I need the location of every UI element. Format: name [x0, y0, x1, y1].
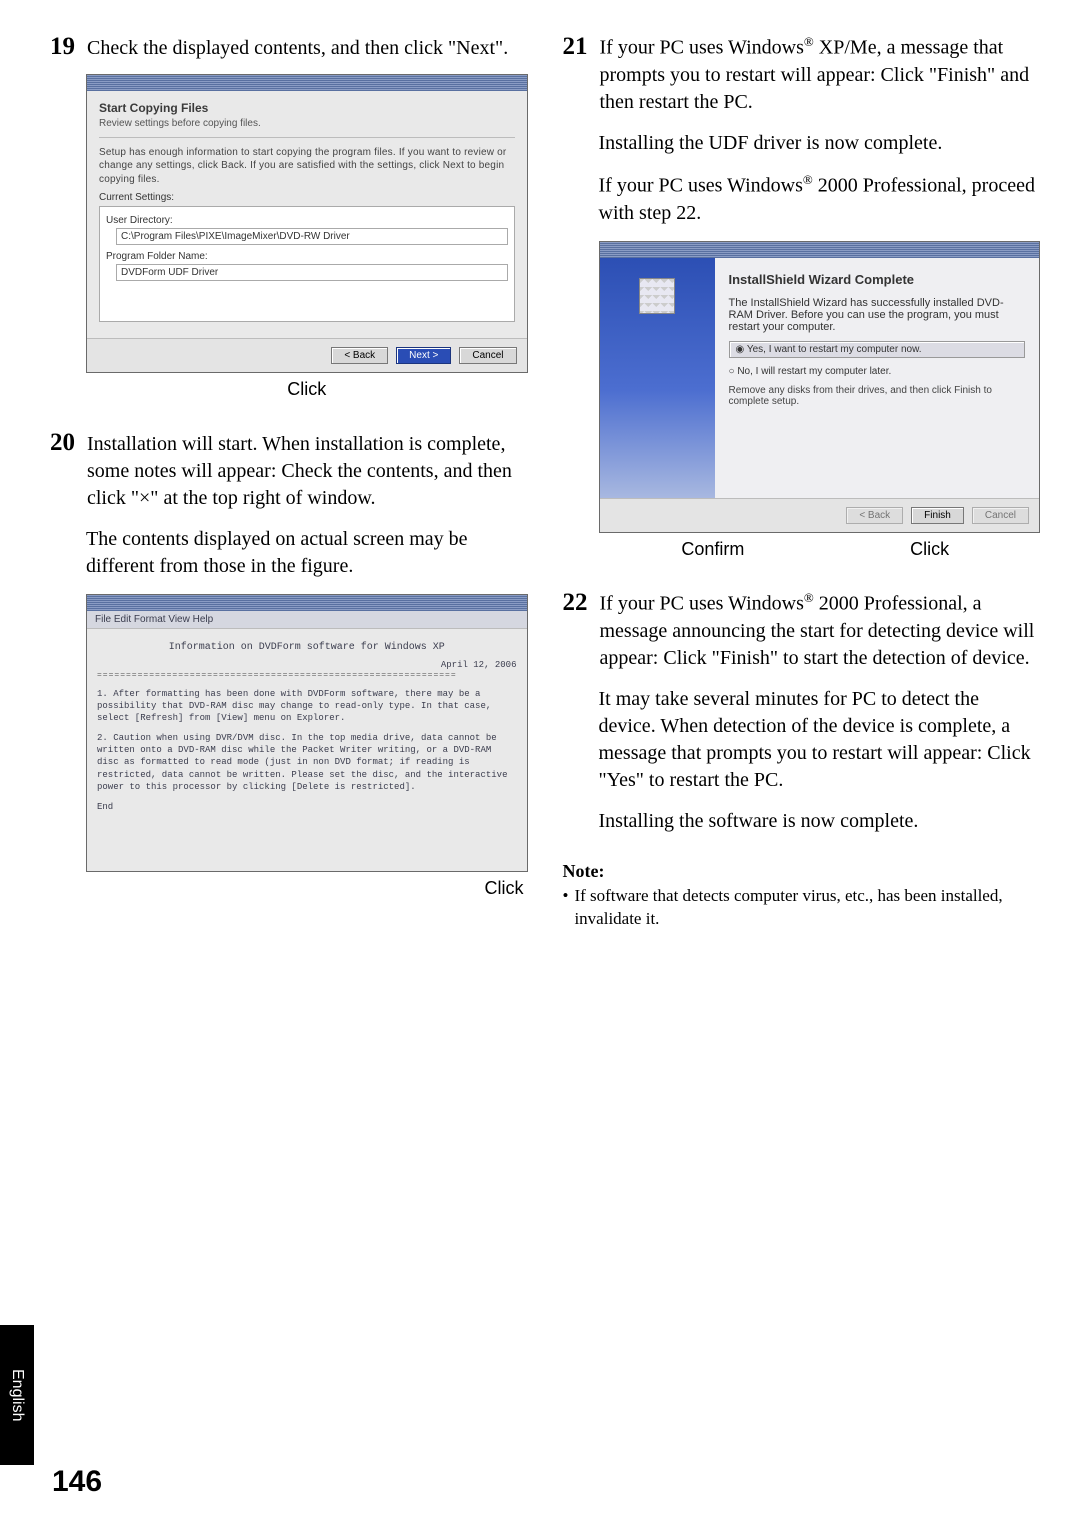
- wizard-smalltext: Remove any disks from their drives, and …: [729, 385, 1026, 407]
- dlg19-title: Start Copying Files: [99, 101, 515, 115]
- step-22-number: 22: [563, 586, 591, 620]
- dlg19-userdir-label: User Directory:: [106, 215, 508, 226]
- step-20-number: 20: [50, 426, 78, 460]
- dlg19-cur-settings-label: Current Settings:: [99, 192, 515, 203]
- wizard-body: The InstallShield Wizard has successfull…: [729, 297, 1026, 333]
- step-21-text-a: If your PC uses Windows® XP/Me, a messag…: [600, 33, 1041, 116]
- dlg19-progfolder-label: Program Folder Name:: [106, 251, 508, 262]
- step-21-number: 21: [563, 30, 591, 64]
- step-21-para-c: If your PC uses Windows® 2000 Profession…: [599, 171, 1041, 227]
- language-tab: English: [0, 1325, 34, 1465]
- note-bullet: •: [563, 885, 569, 931]
- step-20-readme: File Edit Format View Help Information o…: [86, 594, 528, 872]
- wizard-icon: [639, 278, 675, 314]
- step-19-click-label: Click: [86, 379, 528, 400]
- wizard-cancel-button: Cancel: [972, 507, 1029, 524]
- note-body: If software that detects computer virus,…: [574, 885, 1040, 931]
- readme-line-2: 2. Caution when using DVR/DVM disc. In t…: [97, 732, 517, 793]
- dlg19-subtitle: Review settings before copying files.: [99, 118, 515, 129]
- step-22-para-c: Installing the software is now complete.: [599, 808, 1041, 835]
- readme-line-1: 1. After formatting has been done with D…: [97, 688, 517, 724]
- step-22-text-a: If your PC uses Windows® 2000 Profession…: [600, 589, 1041, 672]
- dlg19-body: Setup has enough information to start co…: [99, 146, 515, 187]
- wizard-restart-yes-option[interactable]: ◉ Yes, I want to restart my computer now…: [729, 341, 1026, 358]
- wizard-back-button: < Back: [846, 507, 903, 524]
- dlg19-progfolder-value: DVDForm UDF Driver: [116, 264, 508, 281]
- step-19-number: 19: [50, 30, 78, 64]
- wizard-restart-no-option[interactable]: ○ No, I will restart my computer later.: [729, 366, 1026, 377]
- page-number: 146: [52, 1465, 102, 1499]
- dlg19-userdir-value: C:\Program Files\PIXE\ImageMixer\DVD-RW …: [116, 228, 508, 245]
- step-20-text-a: Installation will start. When installati…: [87, 431, 528, 512]
- dlg19-back-button[interactable]: < Back: [331, 347, 388, 364]
- step-20-click-label: Click: [50, 878, 524, 899]
- step-19-text: Check the displayed contents, and then c…: [87, 35, 508, 62]
- wizard-title: InstallShield Wizard Complete: [729, 272, 1026, 287]
- step-20-text-b: The contents displayed on actual screen …: [86, 526, 528, 580]
- note-heading: Note:: [563, 861, 1041, 882]
- readme-date: April 12, 2006: [97, 659, 517, 671]
- readme-menu: File Edit Format View Help: [87, 611, 527, 629]
- readme-title: Information on DVDForm software for Wind…: [97, 641, 517, 655]
- step-19-dialog: Start Copying Files Review settings befo…: [86, 74, 528, 374]
- dlg19-cancel-button[interactable]: Cancel: [459, 347, 516, 364]
- dlg19-next-button[interactable]: Next >: [396, 347, 451, 364]
- step-21-confirm-label: Confirm: [681, 539, 744, 560]
- wizard-finish-button[interactable]: Finish: [911, 507, 964, 524]
- readme-end: End: [97, 801, 517, 813]
- step-21-para-b: Installing the UDF driver is now complet…: [599, 130, 1041, 157]
- step-21-wizard: InstallShield Wizard Complete The Instal…: [599, 241, 1041, 533]
- step-21-click-label: Click: [910, 539, 949, 560]
- step-22-para-b: It may take several minutes for PC to de…: [599, 686, 1041, 794]
